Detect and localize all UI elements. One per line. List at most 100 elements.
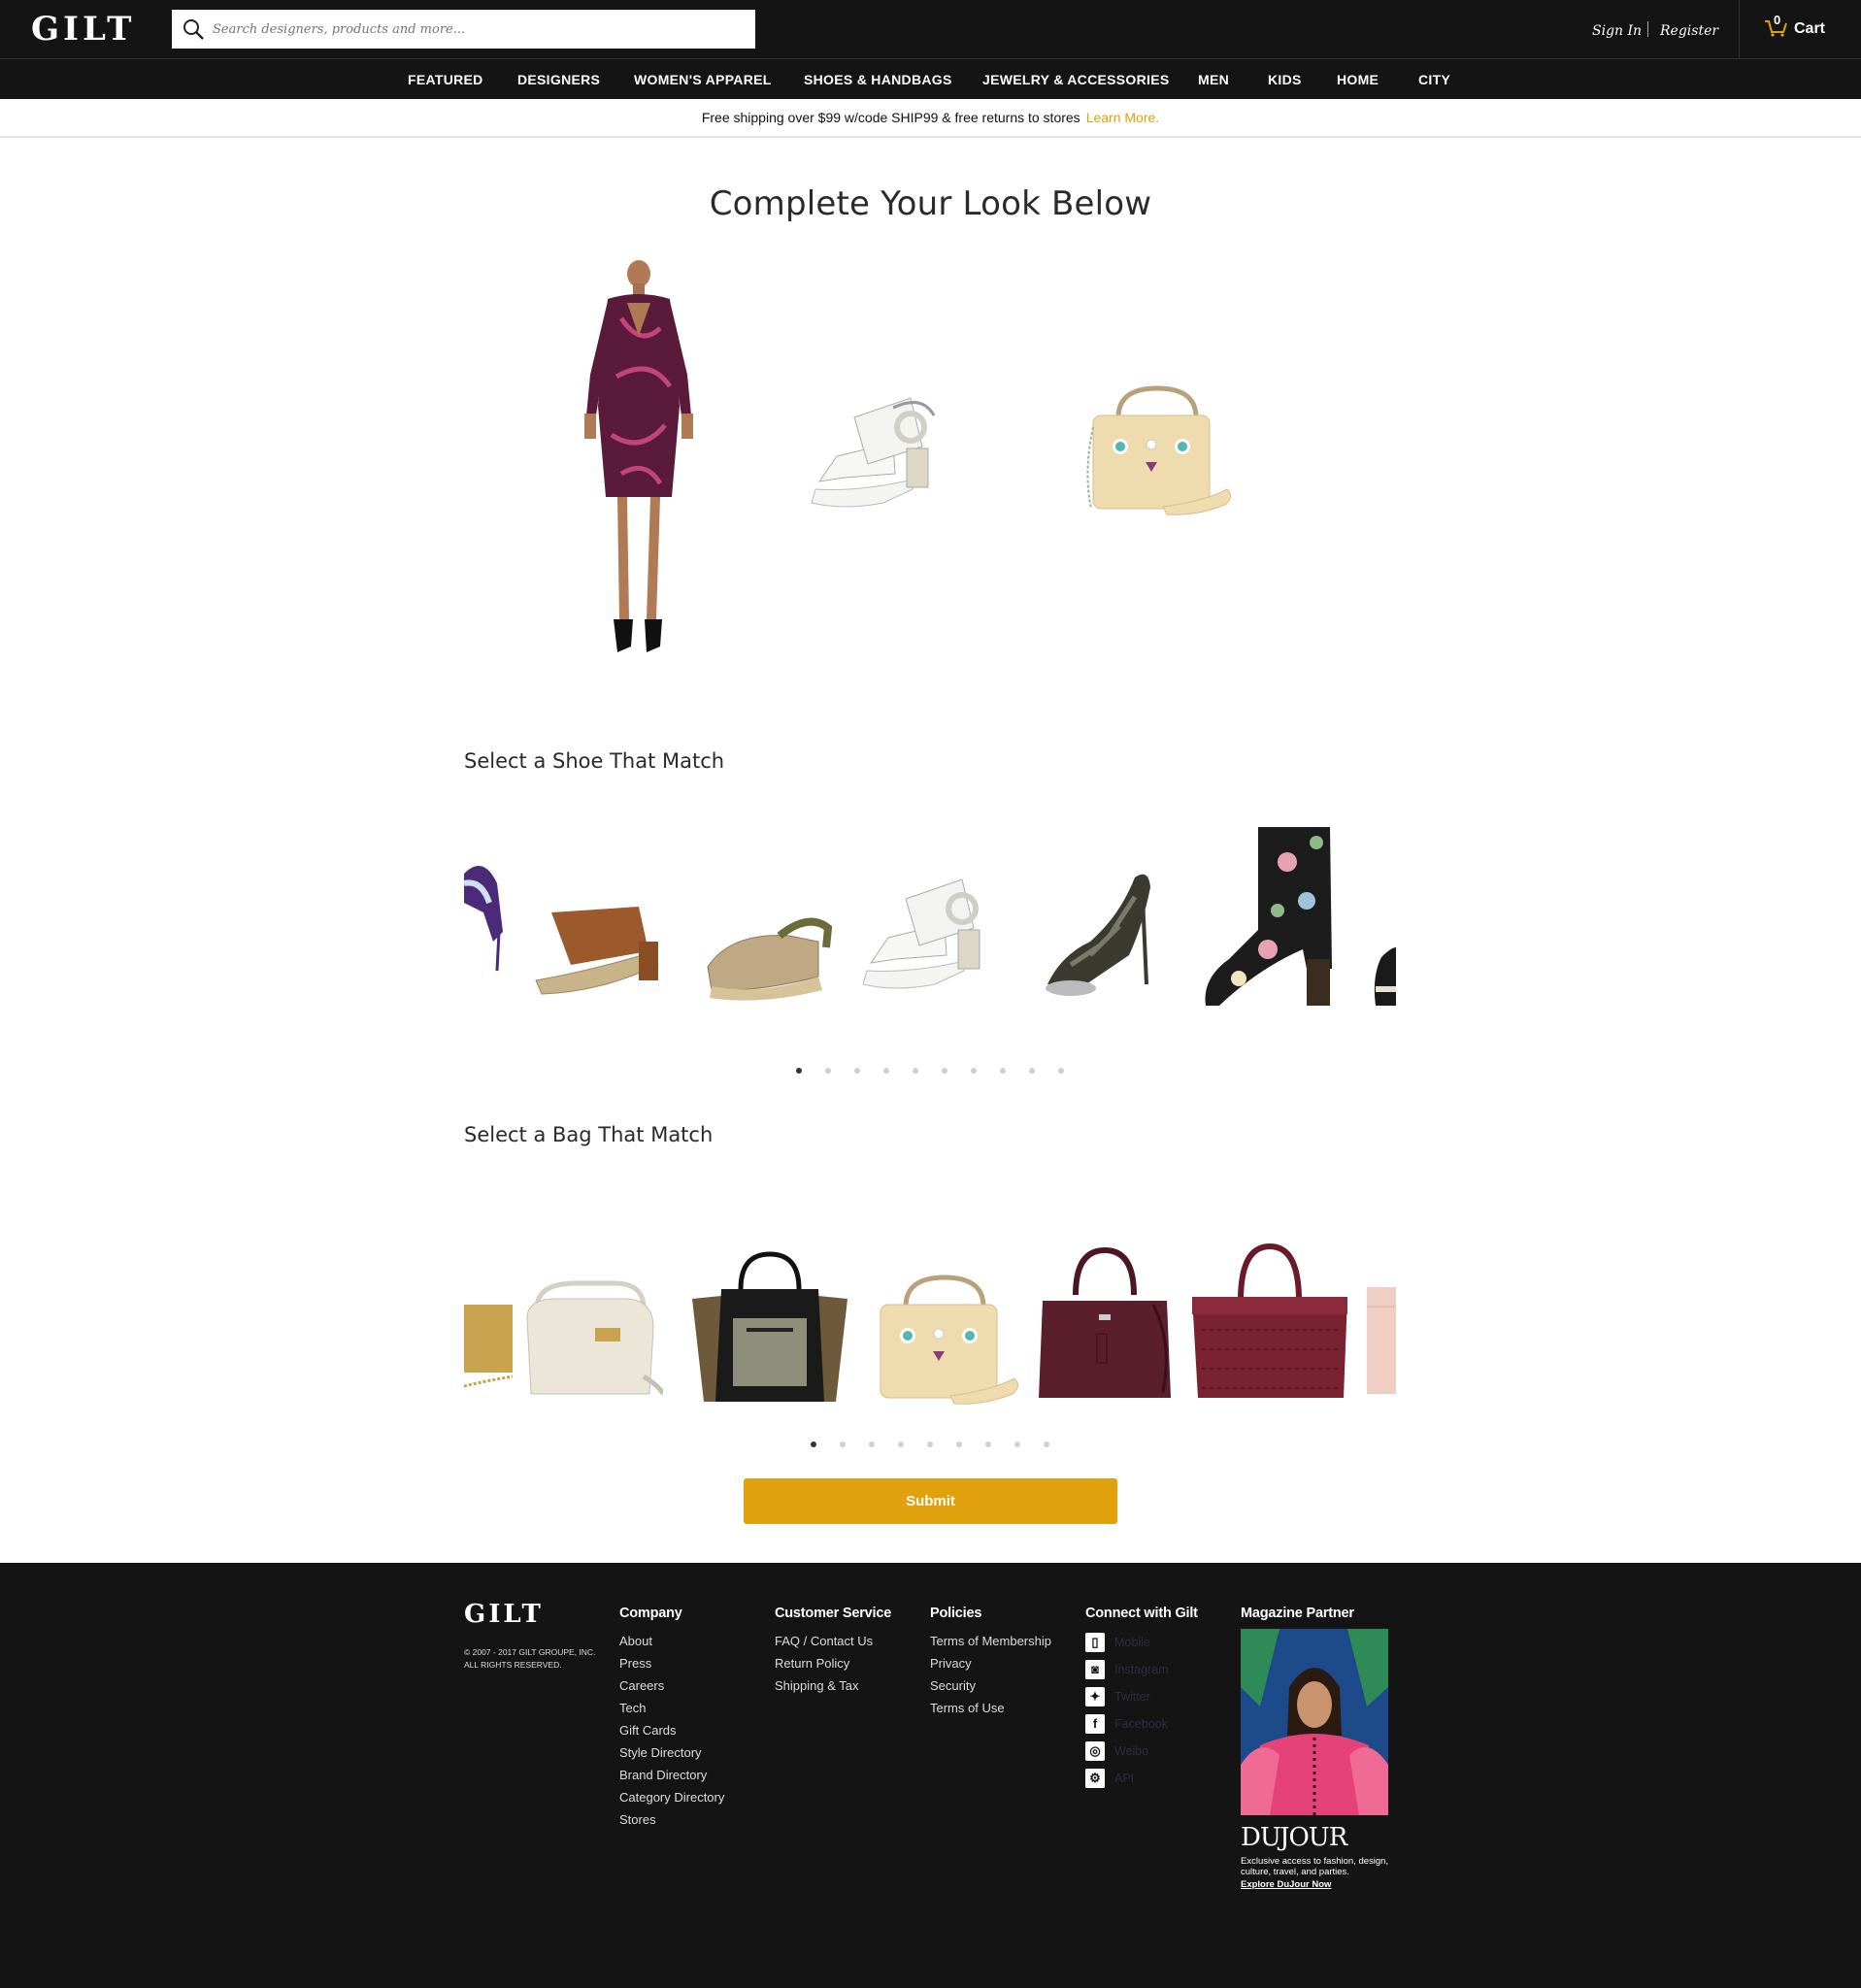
footer-link-terms-membership[interactable]: Terms of Membership	[930, 1630, 1051, 1652]
look-dress-image	[584, 260, 693, 652]
shoe-item-floral-bootie[interactable]	[1200, 823, 1346, 1012]
copyright-line: © 2007 - 2017 GILT GROUPE, INC.	[464, 1647, 596, 1657]
carousel-dot[interactable]	[942, 1068, 947, 1074]
footer-link-press[interactable]: Press	[619, 1652, 724, 1674]
footer-heading: Company	[619, 1606, 682, 1621]
footer-copyright: © 2007 - 2017 GILT GROUPE, INC. ALL RIGH…	[464, 1646, 610, 1672]
carousel-dot[interactable]	[869, 1441, 875, 1447]
carousel-dot[interactable]	[840, 1441, 846, 1447]
carousel-dot[interactable]	[898, 1441, 904, 1447]
bag-item-burgundy-satchel[interactable]	[1037, 1246, 1178, 1402]
shoe-item-embellished-heel[interactable]	[1042, 858, 1163, 1004]
footer: GILT © 2007 - 2017 GILT GROUPE, INC. ALL…	[0, 1563, 1861, 1988]
cart-label: Cart	[1794, 20, 1826, 37]
carousel-dot[interactable]	[913, 1068, 918, 1074]
look-bag-image	[1086, 385, 1231, 515]
shoe-item-white-sandal[interactable]	[857, 870, 1003, 1001]
carousel-dot[interactable]	[956, 1441, 962, 1447]
footer-link-shipping-tax[interactable]: Shipping & Tax	[775, 1674, 891, 1697]
shoe-item-purple-heel[interactable]	[464, 845, 513, 980]
footer-link-brand-directory[interactable]: Brand Directory	[619, 1764, 724, 1786]
social-label[interactable]: Mobile	[1114, 1636, 1150, 1649]
footer-link-privacy[interactable]: Privacy	[930, 1652, 1051, 1674]
footer-link-gift-cards[interactable]: Gift Cards	[619, 1719, 724, 1741]
shoe-item-black-loafer[interactable]	[1372, 947, 1396, 1006]
gilt-logo[interactable]: GILT	[31, 10, 135, 49]
bag-item-cream-saddle[interactable]	[517, 1279, 663, 1406]
carousel-dot[interactable]	[971, 1068, 977, 1074]
nav-jewelry-accessories[interactable]: JEWELRY & ACCESSORIES	[982, 72, 1169, 87]
footer-logo[interactable]: GILT	[464, 1600, 544, 1629]
submit-button[interactable]: Submit	[744, 1478, 1117, 1524]
carousel-dot[interactable]	[985, 1441, 991, 1447]
carousel-dot[interactable]	[1058, 1068, 1064, 1074]
explore-dujour-link[interactable]: Explore DuJour Now	[1241, 1879, 1331, 1890]
bag-carousel[interactable]	[464, 1233, 1396, 1412]
footer-link-careers[interactable]: Careers	[619, 1674, 724, 1697]
instagram-icon: ◙	[1085, 1660, 1105, 1679]
carousel-dot[interactable]	[1000, 1068, 1006, 1074]
bag-item-gold-clutch[interactable]	[464, 1299, 515, 1396]
bag-section-title: Select a Bag That Match	[464, 1123, 714, 1146]
carousel-dot[interactable]	[1044, 1441, 1049, 1447]
carousel-dot[interactable]	[796, 1068, 802, 1074]
cart-count: 0	[1774, 13, 1781, 27]
footer-column-magazine: Magazine Partner	[1241, 1606, 1354, 1630]
footer-link-tech[interactable]: Tech	[619, 1697, 724, 1719]
footer-link-category-directory[interactable]: Category Directory	[619, 1786, 724, 1808]
carousel-dot[interactable]	[927, 1441, 933, 1447]
cart-button[interactable]: 0 Cart	[1764, 13, 1832, 43]
search-input[interactable]	[213, 14, 737, 45]
carousel-dot[interactable]	[1014, 1441, 1020, 1447]
carousel-dot[interactable]	[883, 1068, 889, 1074]
shoe-item-espadrille[interactable]	[702, 909, 838, 1006]
bag-item-pink-clutch[interactable]	[1365, 1287, 1396, 1394]
footer-link-style-directory[interactable]: Style Directory	[619, 1741, 724, 1764]
nav-featured[interactable]: FEATURED	[408, 72, 483, 87]
nav-shoes-handbags[interactable]: SHOES & HANDBAGS	[804, 72, 952, 87]
footer-link-stores[interactable]: Stores	[619, 1808, 724, 1831]
facebook-icon: f	[1085, 1714, 1105, 1734]
carousel-dot[interactable]	[825, 1068, 831, 1074]
sign-in-link[interactable]: Sign In	[1592, 23, 1642, 39]
shoe-carousel[interactable]	[464, 815, 1396, 1019]
footer-column-policies: Policies Terms of Membership Privacy Sec…	[930, 1606, 1051, 1719]
social-label[interactable]: API	[1114, 1772, 1134, 1785]
promo-text: Free shipping over $99 w/code SHIP99 & f…	[701, 110, 1080, 125]
nav-city[interactable]: CITY	[1418, 72, 1450, 87]
footer-link-about[interactable]: About	[619, 1630, 724, 1652]
search-box[interactable]	[172, 10, 755, 49]
carousel-dot[interactable]	[1029, 1068, 1035, 1074]
carousel-dot[interactable]	[811, 1441, 816, 1447]
shoe-item-tan-mule[interactable]	[532, 903, 678, 1000]
footer-column-customer-service: Customer Service FAQ / Contact Us Return…	[775, 1606, 891, 1697]
footer-column-connect: Connect with Gilt	[1085, 1606, 1198, 1630]
nav-home[interactable]: HOME	[1337, 72, 1379, 87]
nav-womens-apparel[interactable]: WOMEN'S APPAREL	[634, 72, 772, 87]
footer-heading: Magazine Partner	[1241, 1606, 1354, 1621]
bag-item-black-tote[interactable]	[692, 1250, 847, 1406]
footer-link-return-policy[interactable]: Return Policy	[775, 1652, 891, 1674]
search-icon[interactable]	[182, 17, 205, 41]
page-title: Complete Your Look Below	[709, 184, 1152, 223]
nav-men[interactable]: MEN	[1198, 72, 1229, 87]
top-bar: GILT Sign In Register 0 Cart	[0, 0, 1861, 58]
social-label[interactable]: Twitter	[1114, 1690, 1150, 1704]
nav-kids[interactable]: KIDS	[1268, 72, 1302, 87]
twitter-icon: ✦	[1085, 1687, 1105, 1706]
footer-link-terms-of-use[interactable]: Terms of Use	[930, 1697, 1051, 1719]
bag-item-monogram-tote[interactable]	[1192, 1242, 1352, 1403]
learn-more-link[interactable]: Learn More.	[1086, 110, 1159, 125]
social-label[interactable]: Weibo	[1114, 1744, 1148, 1758]
register-link[interactable]: Register	[1660, 23, 1718, 39]
copyright-line: ALL RIGHTS RESERVED.	[464, 1660, 562, 1670]
social-label[interactable]: Instagram	[1114, 1663, 1169, 1676]
social-label[interactable]: Facebook	[1114, 1717, 1168, 1731]
nav-designers[interactable]: DESIGNERS	[517, 72, 600, 87]
bag-item-face-bag[interactable]	[867, 1274, 1022, 1409]
footer-link-security[interactable]: Security	[930, 1674, 1051, 1697]
main-nav: FEATURED DESIGNERS WOMEN'S APPAREL SHOES…	[0, 58, 1861, 99]
carousel-dot[interactable]	[854, 1068, 860, 1074]
footer-link-faq[interactable]: FAQ / Contact Us	[775, 1630, 891, 1652]
magazine-cover-image[interactable]	[1241, 1629, 1388, 1815]
